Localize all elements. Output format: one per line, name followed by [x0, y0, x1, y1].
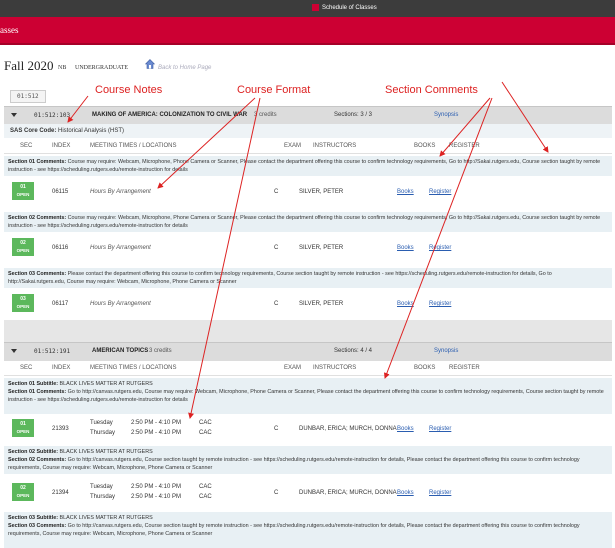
arrow-section-comments-3	[383, 97, 493, 379]
arrow-section-comments-1	[439, 97, 491, 157]
annotation-arrows	[67, 81, 549, 419]
arrow-course-format-2	[188, 97, 261, 419]
arrow-section-comments-2	[501, 81, 549, 153]
arrow-course-format-1	[157, 97, 256, 189]
arrow-course-notes	[67, 95, 89, 123]
